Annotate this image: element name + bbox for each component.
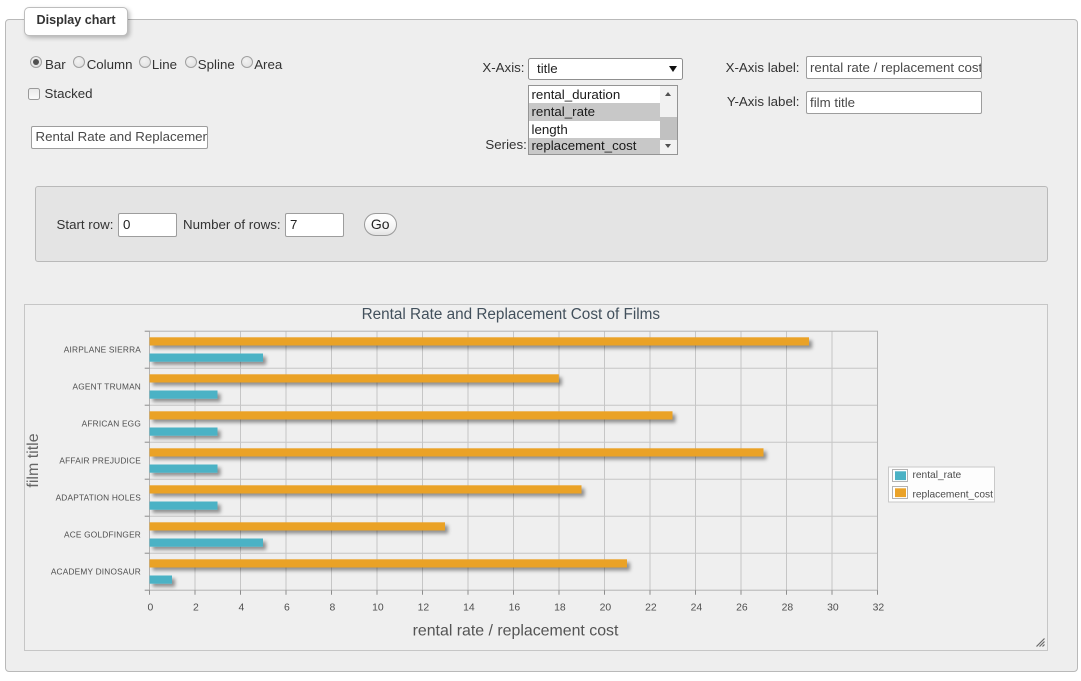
svg-text:AGENT TRUMAN: AGENT TRUMAN	[73, 382, 141, 392]
svg-text:16: 16	[509, 603, 521, 614]
svg-text:20: 20	[600, 603, 612, 614]
svg-text:AFFAIR PREJUDICE: AFFAIR PREJUDICE	[59, 456, 141, 466]
svg-text:12: 12	[418, 603, 430, 614]
svg-text:rental rate / replacement cost: rental rate / replacement cost	[413, 622, 619, 639]
svg-text:8: 8	[330, 603, 336, 614]
svg-text:22: 22	[645, 603, 657, 614]
svg-text:film title: film title	[25, 433, 42, 487]
svg-text:30: 30	[827, 603, 839, 614]
svg-text:ADAPTATION HOLES: ADAPTATION HOLES	[56, 493, 142, 503]
svg-text:AIRPLANE SIERRA: AIRPLANE SIERRA	[64, 345, 142, 355]
svg-text:26: 26	[736, 603, 748, 614]
svg-text:14: 14	[463, 603, 475, 614]
svg-text:24: 24	[691, 603, 703, 614]
svg-text:18: 18	[554, 603, 566, 614]
svg-text:ACADEMY DINOSAUR: ACADEMY DINOSAUR	[51, 567, 141, 577]
svg-text:0: 0	[148, 603, 154, 614]
svg-text:AFRICAN EGG: AFRICAN EGG	[82, 419, 141, 429]
svg-text:Rental Rate and Replacement Co: Rental Rate and Replacement Cost of Film…	[362, 306, 661, 323]
svg-text:rental_rate: rental_rate	[913, 470, 962, 481]
svg-text:10: 10	[372, 603, 384, 614]
svg-text:28: 28	[782, 603, 794, 614]
svg-text:4: 4	[239, 603, 245, 614]
svg-text:6: 6	[284, 603, 290, 614]
svg-text:replacement_cost: replacement_cost	[913, 490, 994, 501]
svg-text:32: 32	[873, 603, 885, 614]
svg-text:2: 2	[193, 603, 199, 614]
svg-text:ACE GOLDFINGER: ACE GOLDFINGER	[64, 530, 141, 540]
